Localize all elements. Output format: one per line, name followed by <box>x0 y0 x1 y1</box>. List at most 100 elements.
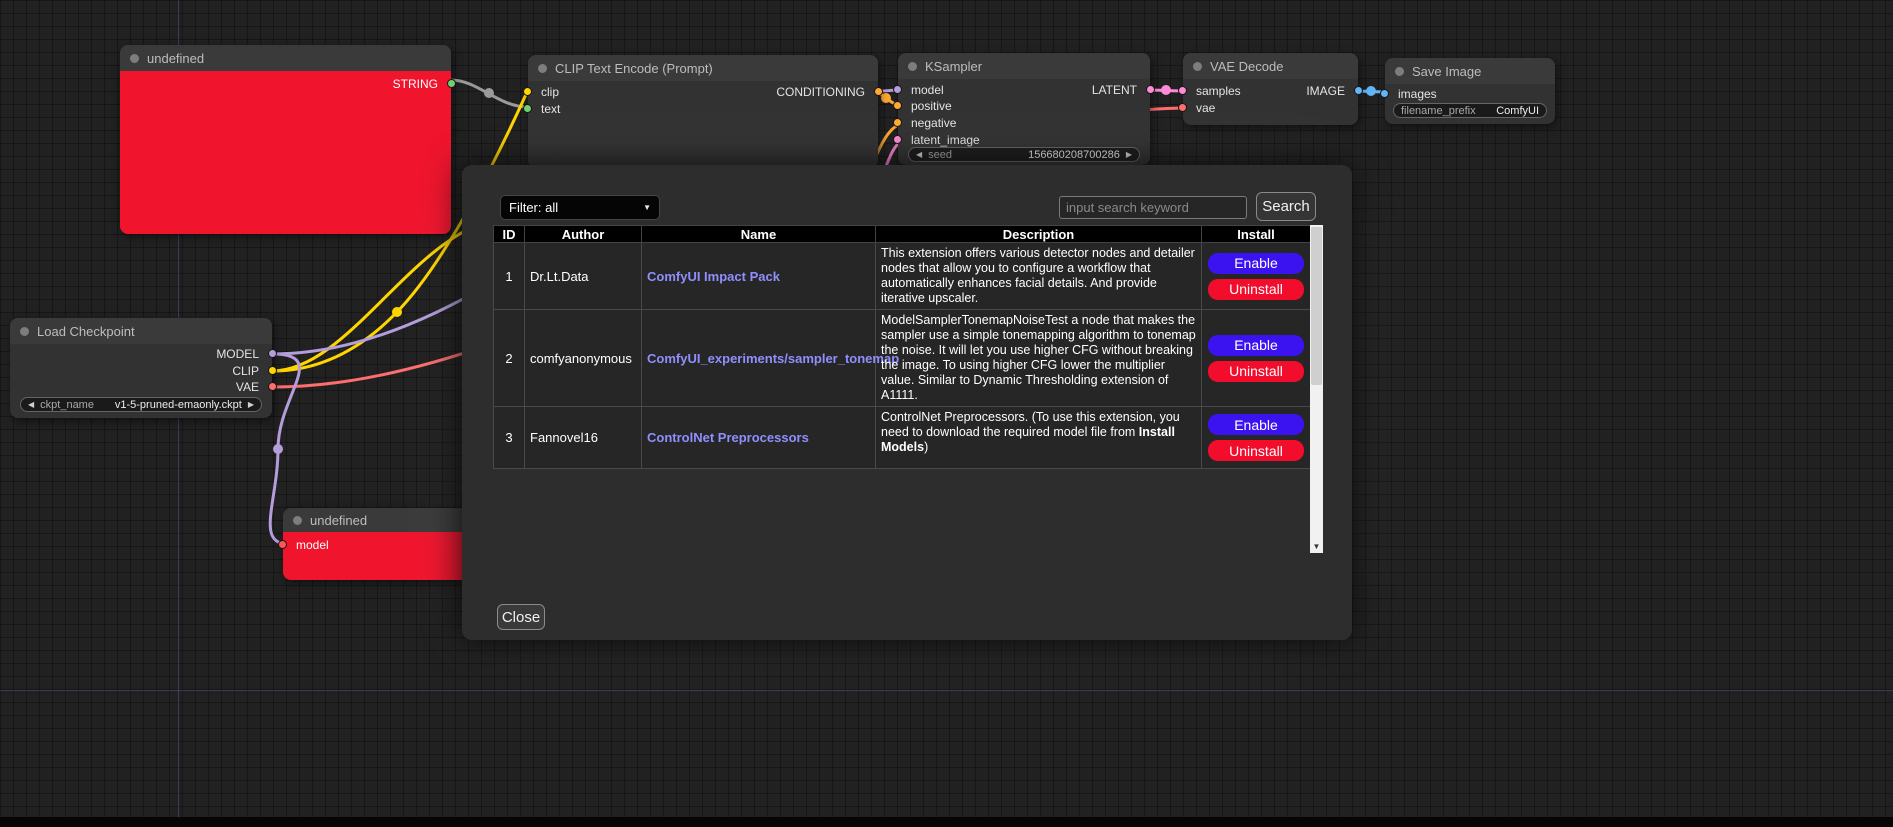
node-undefined-top[interactable]: undefined STRING <box>120 45 451 234</box>
output-slot-image[interactable]: IMAGE <box>1306 84 1358 98</box>
output-slot-clip[interactable]: CLIP <box>232 364 272 378</box>
collapse-dot[interactable] <box>1395 67 1404 76</box>
table-header-row: ID Author Name Description Install <box>494 226 1311 243</box>
images-input-dot[interactable] <box>1380 89 1389 98</box>
table-row: 3 Fannovel16 ControlNet Preprocessors Co… <box>494 407 1311 469</box>
node-load-checkpoint[interactable]: Load Checkpoint MODEL CLIP VAE ◀ ckpt_na… <box>10 318 272 418</box>
text-input-dot[interactable] <box>523 104 532 113</box>
input-slot-model[interactable]: model <box>283 538 329 552</box>
node-undefined-bottom[interactable]: undefined model <box>283 508 483 580</box>
seed-label: seed <box>928 149 952 161</box>
col-header-install: Install <box>1202 226 1311 243</box>
search-button[interactable]: Search <box>1256 192 1316 221</box>
input-slot-samples[interactable]: samples <box>1183 84 1241 98</box>
ext-author: Dr.Lt.Data <box>525 243 642 310</box>
input-slot-negative[interactable]: negative <box>898 116 956 130</box>
output-slot-string[interactable]: STRING <box>393 77 451 91</box>
node-body-error: STRING <box>120 71 451 234</box>
collapse-dot[interactable] <box>293 516 302 525</box>
string-output-dot[interactable] <box>447 79 456 88</box>
ext-author: comfyanonymous <box>525 310 642 407</box>
collapse-dot[interactable] <box>1193 62 1202 71</box>
input-slot-model[interactable]: model <box>898 83 944 97</box>
prev-arrow-icon[interactable]: ◀ <box>28 401 34 409</box>
search-input[interactable] <box>1059 196 1247 219</box>
increment-arrow-icon[interactable]: ▶ <box>1126 151 1132 159</box>
positive-input-dot[interactable] <box>893 101 902 110</box>
input-slot-clip[interactable]: clip <box>528 85 559 99</box>
ext-name-link[interactable]: ControlNet Preprocessors <box>647 430 809 445</box>
node-title-bar[interactable]: VAE Decode <box>1183 53 1358 79</box>
node-save-image[interactable]: Save Image images filename_prefix ComfyU… <box>1385 58 1555 124</box>
enable-button[interactable]: Enable <box>1208 253 1304 274</box>
uninstall-button[interactable]: Uninstall <box>1208 361 1304 382</box>
node-title-bar[interactable]: Save Image <box>1385 58 1555 84</box>
filename-prefix-widget[interactable]: filename_prefix ComfyUI <box>1393 103 1547 118</box>
ckpt-name-value: v1-5-pruned-emaonly.ckpt <box>115 399 242 411</box>
input-slot-vae[interactable]: vae <box>1183 101 1215 115</box>
output-slot-vae[interactable]: VAE <box>236 380 272 394</box>
decrement-arrow-icon[interactable]: ◀ <box>916 151 922 159</box>
uninstall-button[interactable]: Uninstall <box>1208 440 1304 461</box>
next-arrow-icon[interactable]: ▶ <box>248 401 254 409</box>
output-slot-conditioning[interactable]: CONDITIONING <box>776 85 878 99</box>
vae-input-dot[interactable] <box>1178 103 1187 112</box>
ext-description: This extension offers various detector n… <box>876 243 1202 310</box>
node-title: VAE Decode <box>1210 59 1283 74</box>
filter-dropdown[interactable]: Filter: all ▼ <box>500 195 660 220</box>
node-title-bar[interactable]: Load Checkpoint <box>10 318 272 344</box>
link-dot-image <box>1366 86 1376 96</box>
input-slot-images[interactable]: images <box>1385 87 1437 101</box>
uninstall-button[interactable]: Uninstall <box>1208 279 1304 300</box>
scrollbar-track[interactable]: ▼ <box>1310 225 1323 553</box>
link-dot-clip <box>392 307 402 317</box>
latent-output-dot[interactable] <box>1146 85 1155 94</box>
custom-nodes-manager-dialog: Filter: all ▼ Search ID Author Name Desc… <box>462 165 1352 640</box>
collapse-dot[interactable] <box>20 327 29 336</box>
ext-name-link[interactable]: ComfyUI_experiments/sampler_tonemap <box>647 351 899 366</box>
latent-input-dot[interactable] <box>893 135 902 144</box>
ext-name-link[interactable]: ComfyUI Impact Pack <box>647 269 780 284</box>
image-output-dot[interactable] <box>1354 86 1363 95</box>
link-dot-model <box>273 444 283 454</box>
negative-input-dot[interactable] <box>893 118 902 127</box>
enable-button[interactable]: Enable <box>1208 335 1304 356</box>
col-header-author: Author <box>525 226 642 243</box>
collapse-dot[interactable] <box>908 62 917 71</box>
node-ksampler[interactable]: KSampler model positive negative latent_… <box>898 53 1150 165</box>
clip-output-dot[interactable] <box>268 366 277 375</box>
output-slot-model[interactable]: MODEL <box>216 347 272 361</box>
input-slot-text[interactable]: text <box>528 102 560 116</box>
collapse-dot[interactable] <box>130 54 139 63</box>
node-title-bar[interactable]: undefined <box>283 508 483 532</box>
ext-id: 1 <box>494 243 525 310</box>
node-title-bar[interactable]: KSampler <box>898 53 1150 79</box>
node-title: Save Image <box>1412 64 1481 79</box>
model-input-dot[interactable] <box>278 540 287 549</box>
input-slot-latent-image[interactable]: latent_image <box>898 133 980 147</box>
samples-input-dot[interactable] <box>1178 86 1187 95</box>
input-slot-positive[interactable]: positive <box>898 99 952 113</box>
chevron-down-icon: ▼ <box>643 203 651 212</box>
node-title-bar[interactable]: undefined <box>120 45 451 71</box>
filename-prefix-value: ComfyUI <box>1496 105 1539 117</box>
model-output-dot[interactable] <box>268 349 277 358</box>
scrollbar-thumb[interactable] <box>1311 227 1322 385</box>
collapse-dot[interactable] <box>538 64 547 73</box>
node-title-bar[interactable]: CLIP Text Encode (Prompt) <box>528 55 878 81</box>
seed-widget[interactable]: ◀ seed 156680208700286 ▶ <box>908 147 1140 162</box>
node-clip-text-encode[interactable]: CLIP Text Encode (Prompt) clip text COND… <box>528 55 878 168</box>
conditioning-output-dot[interactable] <box>874 87 883 96</box>
extension-table: ID Author Name Description Install 1 Dr.… <box>493 225 1311 469</box>
vae-output-dot[interactable] <box>268 382 277 391</box>
ckpt-name-widget[interactable]: ◀ ckpt_name v1-5-pruned-emaonly.ckpt ▶ <box>20 397 262 412</box>
col-header-description: Description <box>876 226 1202 243</box>
clip-input-dot[interactable] <box>523 87 532 96</box>
node-vae-decode[interactable]: VAE Decode samples vae IMAGE <box>1183 53 1358 125</box>
scroll-down-icon[interactable]: ▼ <box>1310 540 1323 553</box>
model-input-dot[interactable] <box>893 85 902 94</box>
close-button[interactable]: Close <box>497 604 545 630</box>
ext-author: Fannovel16 <box>525 407 642 469</box>
output-slot-latent[interactable]: LATENT <box>1092 83 1150 97</box>
enable-button[interactable]: Enable <box>1208 414 1304 435</box>
